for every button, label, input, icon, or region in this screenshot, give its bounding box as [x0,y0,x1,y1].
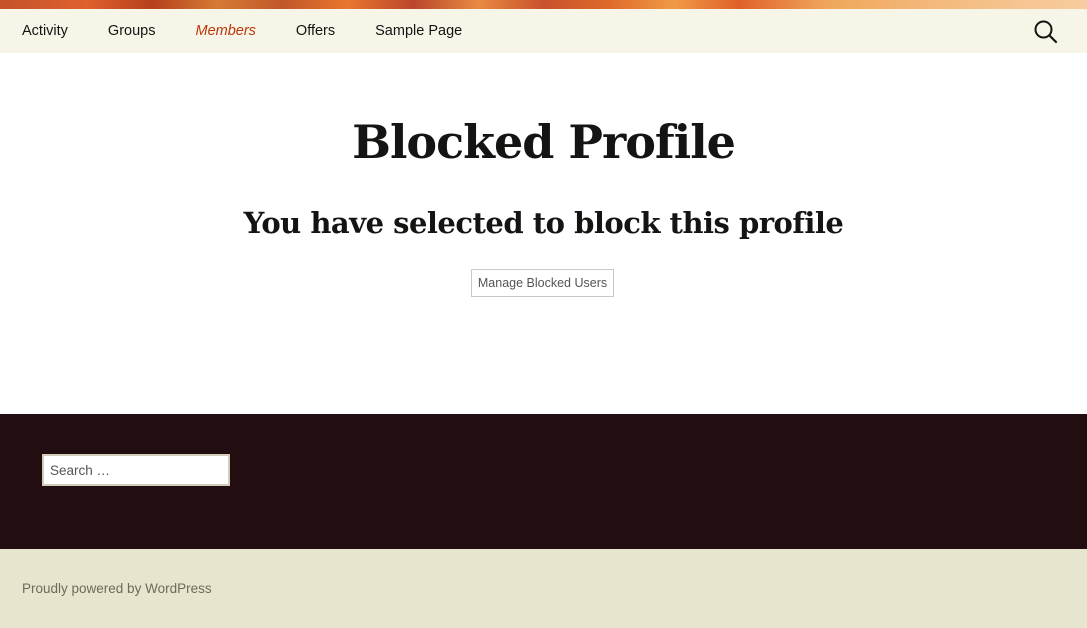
nav-item-groups[interactable]: Groups [88,9,176,53]
footer-widgets [0,414,1087,549]
footer-search-input[interactable] [42,454,230,486]
powered-by-link[interactable]: Proudly powered by WordPress [22,581,212,596]
nav-menu: Activity Groups Members Offers Sample Pa… [2,9,482,53]
search-icon[interactable] [1033,19,1059,45]
nav-item-sample-page[interactable]: Sample Page [355,9,482,53]
main-navigation: Activity Groups Members Offers Sample Pa… [0,9,1087,53]
main-content: Blocked Profile You have selected to blo… [0,53,1087,414]
blocked-message: You have selected to block this profile [243,206,844,240]
page-title: Blocked Profile [352,115,736,169]
nav-item-members[interactable]: Members [175,9,275,53]
manage-blocked-users-button[interactable]: Manage Blocked Users [471,269,614,297]
header-banner [0,0,1087,9]
nav-item-offers[interactable]: Offers [276,9,355,53]
nav-item-activity[interactable]: Activity [2,9,88,53]
site-info: Proudly powered by WordPress [0,549,1087,628]
